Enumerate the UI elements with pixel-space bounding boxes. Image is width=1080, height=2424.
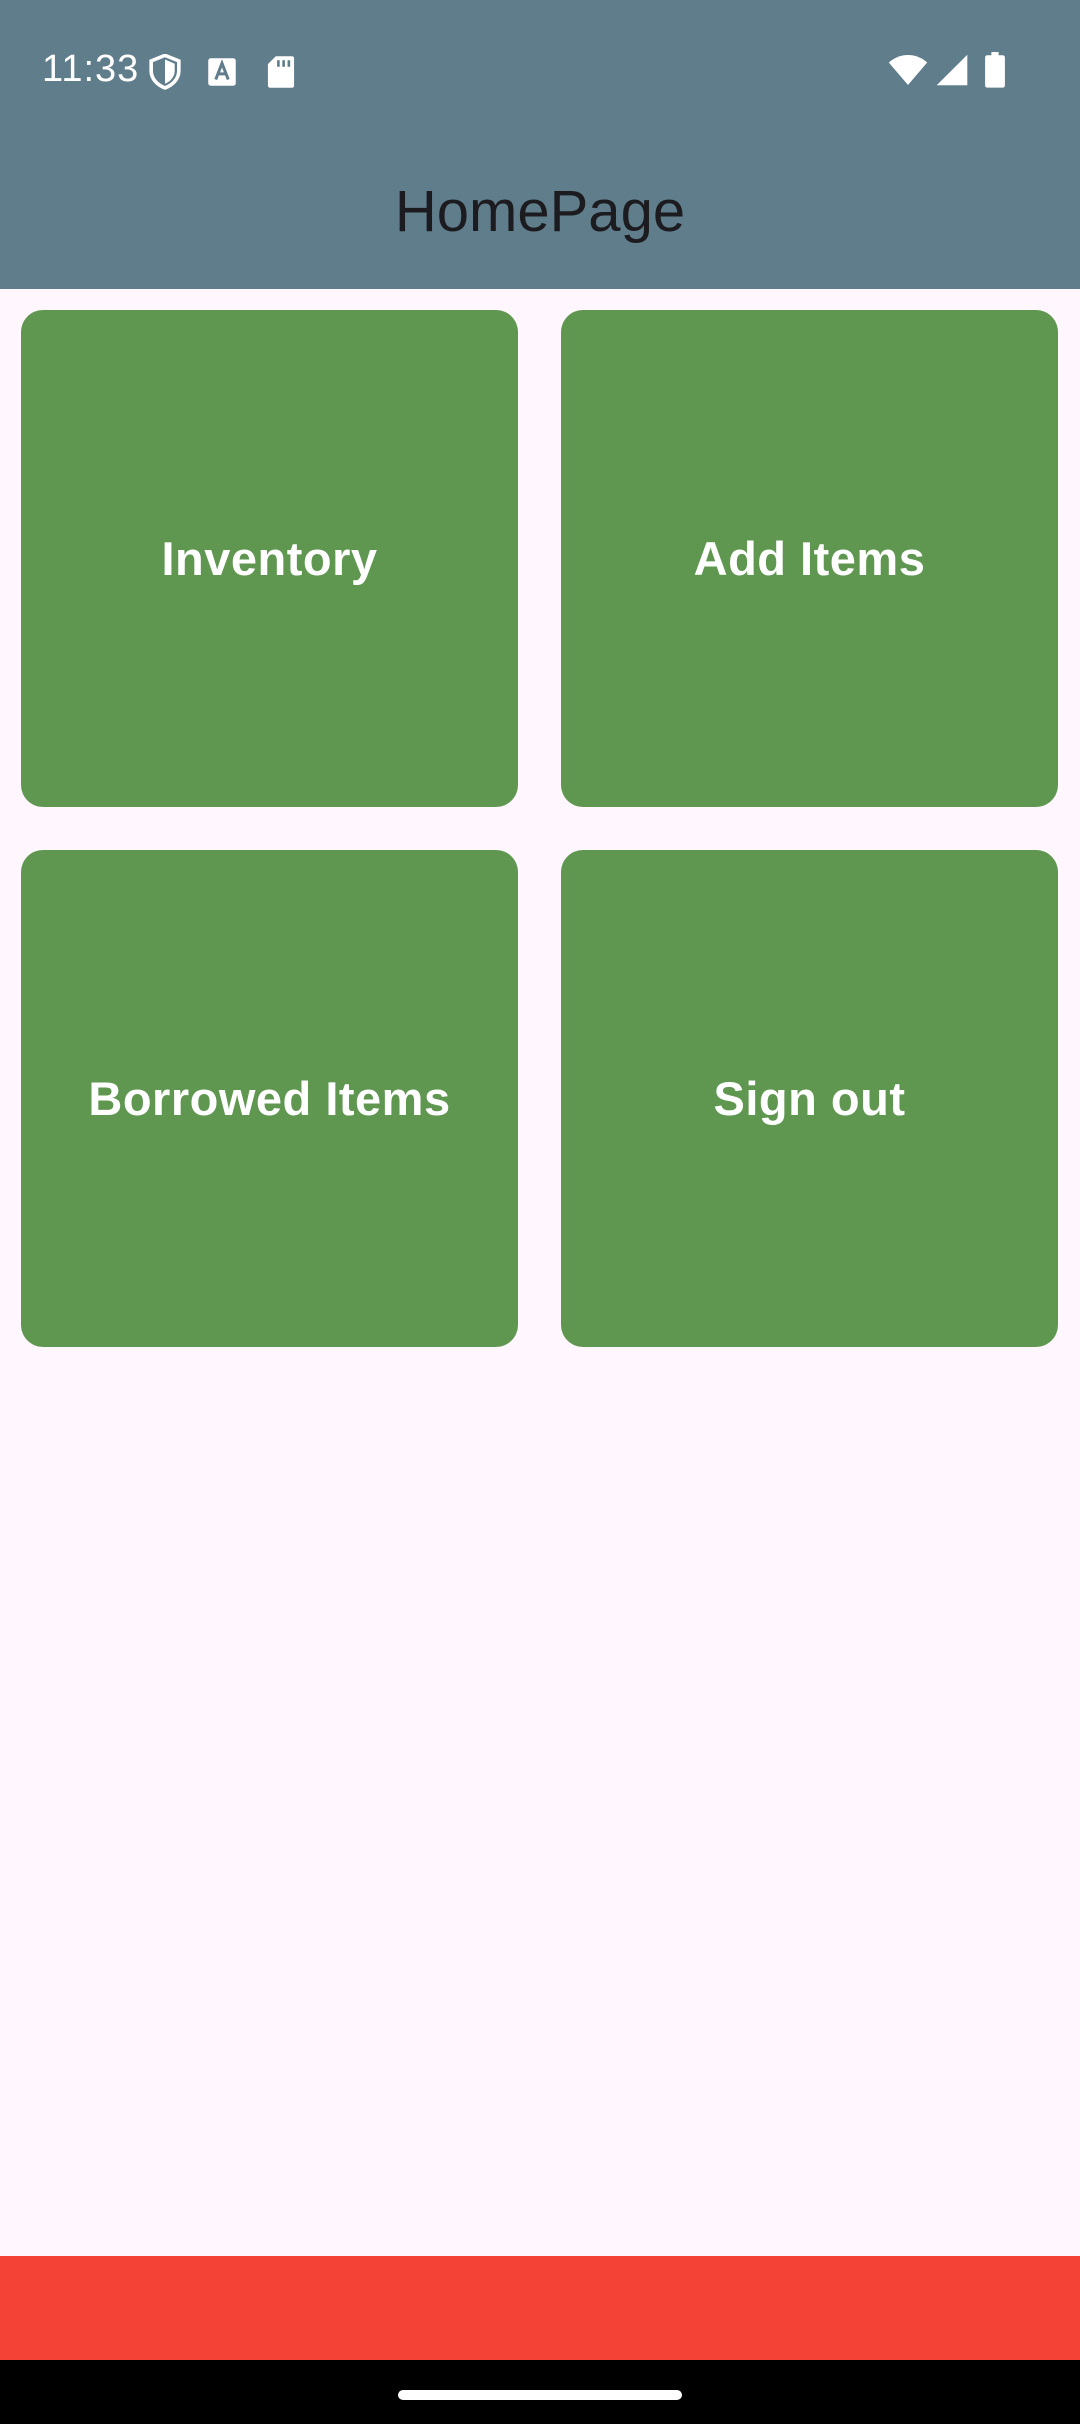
battery-icon <box>984 52 1006 93</box>
shield-icon <box>148 53 182 95</box>
add-items-button-label: Add Items <box>693 532 926 585</box>
home-gesture-handle[interactable] <box>398 2390 682 2400</box>
sign-out-button[interactable]: Sign out <box>561 850 1058 1347</box>
sign-out-button-label: Sign out <box>713 1072 906 1125</box>
status-time: 11:33 <box>42 48 140 90</box>
borrowed-items-button[interactable]: Borrowed Items <box>21 850 518 1347</box>
status-bar: 11:33 <box>0 0 1080 140</box>
bottom-bar <box>0 2256 1080 2360</box>
borrowed-items-button-label: Borrowed Items <box>88 1072 451 1125</box>
inventory-button-label: Inventory <box>161 532 378 585</box>
app-bar: 11:33 HomePage <box>0 0 1080 289</box>
sd-card-icon <box>266 55 296 94</box>
add-items-button[interactable]: Add Items <box>561 310 1058 807</box>
navigation-bar <box>0 2360 1080 2424</box>
page-title: HomePage <box>394 179 686 244</box>
wifi-icon <box>888 53 928 92</box>
cell-signal-icon <box>935 53 969 92</box>
inventory-button[interactable]: Inventory <box>21 310 518 807</box>
font-a-icon <box>207 57 237 92</box>
